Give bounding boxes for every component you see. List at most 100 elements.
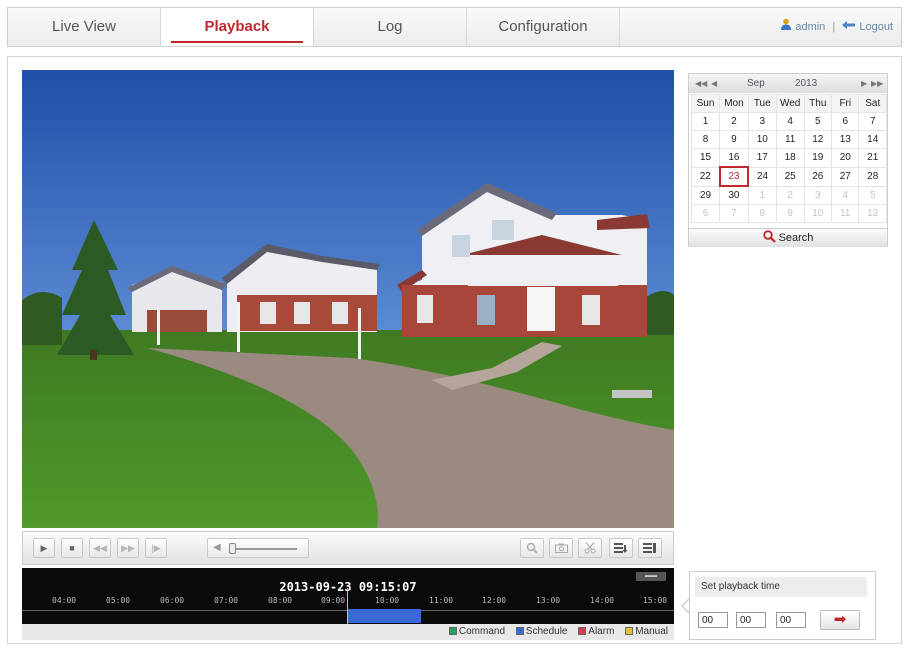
clip-button[interactable] bbox=[578, 538, 602, 558]
timeline-tick: 04:00 bbox=[52, 596, 77, 605]
calendar-year[interactable]: 2013 bbox=[795, 74, 817, 93]
weekday-label: Wed bbox=[775, 94, 805, 113]
calendar-day[interactable]: 27 bbox=[831, 166, 860, 187]
fast-forward-button[interactable]: ▶▶ bbox=[117, 538, 139, 558]
calendar-day[interactable]: 13 bbox=[831, 130, 860, 149]
single-frame-button[interactable]: |▶ bbox=[145, 538, 167, 558]
calendar-day[interactable]: 18 bbox=[775, 148, 805, 168]
timeline-tick: 08:00 bbox=[268, 596, 293, 605]
tab-playback[interactable]: Playback bbox=[161, 8, 314, 46]
calendar-day[interactable]: 25 bbox=[775, 166, 805, 187]
calendar-day[interactable]: 6 bbox=[831, 112, 860, 131]
calendar-day[interactable]: 29 bbox=[690, 185, 721, 205]
tab-live-view[interactable]: Live View bbox=[8, 8, 161, 46]
popup-pointer bbox=[681, 598, 690, 614]
calendar-day[interactable]: 15 bbox=[690, 148, 721, 168]
tab-log[interactable]: Log bbox=[314, 8, 467, 46]
download-button[interactable] bbox=[609, 538, 633, 558]
stop-button[interactable]: ■ bbox=[61, 538, 83, 558]
calendar-day-next-month[interactable]: 1 bbox=[747, 185, 777, 205]
weekday-label: Sun bbox=[690, 94, 721, 113]
calendar-day-next-month[interactable]: 10 bbox=[803, 204, 833, 223]
calendar-day-next-month[interactable]: 2 bbox=[775, 185, 805, 205]
digital-zoom-button[interactable] bbox=[520, 538, 544, 558]
calendar-day-next-month[interactable]: 8 bbox=[747, 204, 777, 223]
calendar-day[interactable]: 8 bbox=[690, 130, 721, 149]
calendar-day[interactable]: 4 bbox=[775, 112, 805, 131]
legend-command-swatch bbox=[448, 627, 457, 635]
tab-configuration[interactable]: Configuration bbox=[467, 8, 620, 46]
calendar: ◀◀ ◀ Sep 2013 ▶ ▶▶ Sun Mon Tue Wed Thu F… bbox=[688, 73, 888, 247]
set-playback-time-title: Set playback time bbox=[695, 577, 867, 597]
calendar-day[interactable]: 28 bbox=[858, 166, 887, 187]
calendar-day[interactable]: 17 bbox=[747, 148, 777, 168]
timeline-tick: 10:00 bbox=[375, 596, 400, 605]
minute-input[interactable] bbox=[736, 612, 766, 628]
calendar-day-next-month[interactable]: 5 bbox=[858, 185, 887, 205]
scissors-icon bbox=[584, 542, 596, 554]
next-year-icon[interactable]: ▶▶ bbox=[871, 74, 883, 93]
calendar-day[interactable]: 9 bbox=[719, 130, 749, 149]
go-to-time-button[interactable]: ➡ bbox=[820, 610, 860, 630]
calendar-day-next-month[interactable]: 11 bbox=[831, 204, 860, 223]
calendar-day[interactable]: 10 bbox=[747, 130, 777, 149]
next-month-icon[interactable]: ▶ bbox=[861, 74, 867, 93]
play-button[interactable]: ▶ bbox=[33, 538, 55, 558]
calendar-day-next-month[interactable]: 6 bbox=[690, 204, 721, 223]
logout-link[interactable]: Logout bbox=[859, 21, 893, 33]
calendar-day[interactable]: 30 bbox=[719, 185, 749, 205]
calendar-day-selected[interactable]: 23 bbox=[718, 166, 750, 187]
volume-track[interactable] bbox=[235, 548, 297, 550]
calendar-day[interactable]: 1 bbox=[690, 112, 721, 131]
calendar-day[interactable]: 5 bbox=[803, 112, 833, 131]
timeline-cursor[interactable] bbox=[347, 588, 348, 624]
calendar-day[interactable]: 20 bbox=[831, 148, 860, 168]
calendar-day[interactable]: 19 bbox=[803, 148, 833, 168]
calendar-month[interactable]: Sep bbox=[747, 74, 765, 93]
speaker-icon: ◀ bbox=[213, 542, 221, 553]
calendar-day[interactable]: 24 bbox=[747, 166, 777, 187]
weekday-label: Sat bbox=[858, 94, 887, 113]
second-input[interactable] bbox=[776, 612, 806, 628]
legend-manual-swatch bbox=[625, 627, 634, 635]
timeline-tick: 14:00 bbox=[590, 596, 615, 605]
calendar-day-next-month[interactable]: 9 bbox=[775, 204, 805, 223]
timeline[interactable]: ▬▬ 2013-09-23 09:15:07 04:00 05:00 06:00… bbox=[22, 568, 674, 624]
logout-icon[interactable] bbox=[842, 8, 856, 46]
weekday-label: Mon bbox=[719, 94, 749, 113]
capture-button[interactable] bbox=[549, 538, 573, 558]
calendar-day[interactable]: 2 bbox=[719, 112, 749, 131]
calendar-day[interactable]: 11 bbox=[775, 130, 805, 149]
calendar-day[interactable]: 14 bbox=[858, 130, 887, 149]
calendar-day[interactable]: 12 bbox=[803, 130, 833, 149]
volume-slider-knob[interactable] bbox=[229, 543, 236, 554]
calendar-day[interactable]: 3 bbox=[747, 112, 777, 131]
recording-segment[interactable] bbox=[347, 609, 421, 623]
download-all-icon bbox=[643, 543, 656, 553]
search-label: Search bbox=[778, 232, 814, 244]
calendar-day-next-month[interactable]: 12 bbox=[858, 204, 887, 223]
calendar-day[interactable]: 22 bbox=[690, 166, 721, 187]
calendar-day[interactable]: 26 bbox=[803, 166, 833, 187]
video-frame bbox=[22, 70, 674, 528]
calendar-day-next-month[interactable]: 7 bbox=[719, 204, 749, 223]
calendar-day[interactable]: 21 bbox=[858, 148, 887, 168]
download-all-button[interactable] bbox=[638, 538, 662, 558]
playback-controls: ▶ ■ ◀◀ ▶▶ |▶ ◀ bbox=[22, 531, 674, 565]
video-view[interactable] bbox=[22, 70, 674, 528]
top-nav: Live View Playback Log Configuration adm… bbox=[7, 7, 902, 47]
calendar-day-next-month[interactable]: 4 bbox=[831, 185, 860, 205]
calendar-day-next-month[interactable]: 3 bbox=[803, 185, 833, 205]
prev-month-icon[interactable]: ◀ bbox=[711, 74, 717, 93]
user-separator: | bbox=[832, 21, 836, 33]
calendar-day[interactable]: 7 bbox=[858, 112, 887, 131]
search-button[interactable]: Search bbox=[689, 228, 887, 247]
hour-input[interactable] bbox=[698, 612, 728, 628]
volume-control[interactable]: ◀ bbox=[207, 538, 309, 558]
slow-forward-button[interactable]: ◀◀ bbox=[89, 538, 111, 558]
calendar-day[interactable]: 16 bbox=[719, 148, 749, 168]
legend-command: Command bbox=[458, 626, 506, 637]
timeline-legend: Command Schedule Alarm Manual bbox=[22, 624, 674, 640]
weekday-label: Thu bbox=[803, 94, 833, 113]
prev-year-icon[interactable]: ◀◀ bbox=[695, 74, 707, 93]
